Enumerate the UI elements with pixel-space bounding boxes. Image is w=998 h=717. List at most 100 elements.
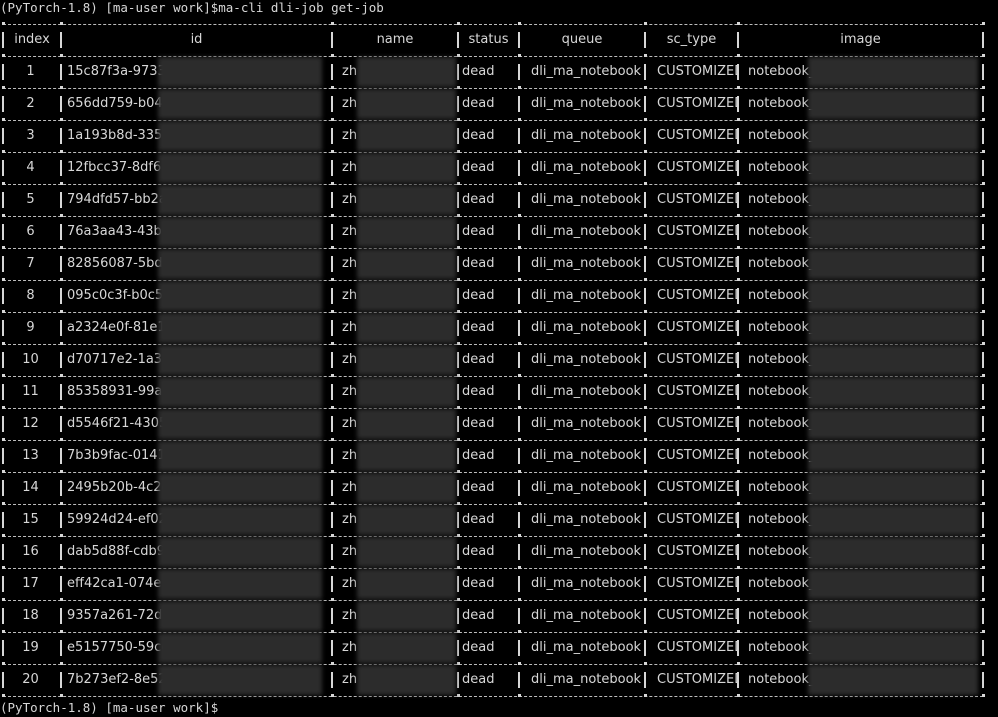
cell-status: dead bbox=[462, 544, 495, 559]
table-column-divider bbox=[2, 32, 4, 48]
redacted-name-blur bbox=[357, 185, 456, 215]
cell-sc-type: CUSTOMIZED bbox=[657, 160, 737, 175]
redacted-image-blur bbox=[808, 569, 978, 599]
table-corner bbox=[982, 534, 985, 537]
redacted-id-blur bbox=[158, 473, 322, 503]
table-corner bbox=[982, 214, 985, 217]
redacted-id-blur bbox=[158, 345, 322, 375]
cell-queue: dli_ma_notebook bbox=[531, 320, 641, 335]
redacted-id-blur bbox=[158, 569, 322, 599]
column-header-queue: queue bbox=[561, 32, 603, 47]
cell-status: dead bbox=[462, 128, 495, 143]
redacted-name-blur bbox=[357, 665, 456, 695]
redacted-name-blur bbox=[357, 441, 456, 471]
table-corner bbox=[982, 630, 985, 633]
cell-queue: dli_ma_notebook bbox=[531, 448, 641, 463]
table-corner bbox=[457, 182, 460, 185]
cell-index: 5 bbox=[26, 192, 35, 207]
redacted-image-blur bbox=[808, 345, 978, 375]
cell-sc-type: CUSTOMIZED bbox=[657, 96, 737, 111]
table-corner bbox=[982, 662, 985, 665]
table-separator bbox=[3, 24, 983, 25]
cell-sc-type: CUSTOMIZED bbox=[657, 448, 737, 463]
table-corner bbox=[457, 406, 460, 409]
redacted-image-blur bbox=[808, 185, 978, 215]
cell-queue: dli_ma_notebook bbox=[531, 640, 641, 655]
table-corner bbox=[982, 406, 985, 409]
table-corner bbox=[60, 182, 63, 185]
table-corner bbox=[644, 214, 647, 217]
table-corner bbox=[2, 22, 5, 25]
table-corner bbox=[644, 246, 647, 249]
cell-index: 15 bbox=[22, 512, 39, 527]
cell-queue: dli_ma_notebook bbox=[531, 544, 641, 559]
table-corner bbox=[644, 342, 647, 345]
table-corner bbox=[331, 182, 334, 185]
table-corner bbox=[982, 598, 985, 601]
table-corner bbox=[737, 470, 740, 473]
table-corner bbox=[60, 86, 63, 89]
cell-queue: dli_ma_notebook bbox=[531, 160, 641, 175]
cell-queue: dli_ma_notebook bbox=[531, 288, 641, 303]
table-column-divider bbox=[518, 32, 520, 48]
table-corner bbox=[737, 662, 740, 665]
redacted-name-blur bbox=[357, 57, 456, 87]
table-corner bbox=[982, 438, 985, 441]
table-corner bbox=[2, 214, 5, 217]
cell-queue: dli_ma_notebook bbox=[531, 192, 641, 207]
cell-status: dead bbox=[462, 672, 495, 687]
table-corner bbox=[518, 406, 521, 409]
table-corner bbox=[60, 662, 63, 665]
shell-prompt[interactable]: (PyTorch-1.8) [ma-user work]$ bbox=[0, 699, 218, 717]
table-corner bbox=[982, 86, 985, 89]
cell-status: dead bbox=[462, 384, 495, 399]
redacted-id-blur bbox=[158, 185, 322, 215]
table-corner bbox=[2, 310, 5, 313]
table-corner bbox=[644, 566, 647, 569]
table-corner bbox=[644, 438, 647, 441]
table-column-divider bbox=[457, 32, 459, 48]
table-corner bbox=[982, 182, 985, 185]
table-corner bbox=[518, 22, 521, 25]
table-corner bbox=[644, 406, 647, 409]
cell-index: 11 bbox=[22, 384, 39, 399]
table-corner bbox=[2, 342, 5, 345]
table-corner bbox=[331, 406, 334, 409]
table-corner bbox=[2, 598, 5, 601]
redacted-name-blur bbox=[357, 249, 456, 279]
cell-sc-type: CUSTOMIZED bbox=[657, 480, 737, 495]
table-corner bbox=[644, 86, 647, 89]
table-corner bbox=[457, 310, 460, 313]
cell-queue: dli_ma_notebook bbox=[531, 352, 641, 367]
column-header-id: id bbox=[190, 32, 203, 47]
table-corner bbox=[457, 54, 460, 57]
table-corner bbox=[982, 470, 985, 473]
redacted-image-blur bbox=[808, 281, 978, 311]
table-corner bbox=[60, 694, 63, 697]
table-corner bbox=[457, 22, 460, 25]
table-corner bbox=[2, 502, 5, 505]
redacted-id-blur bbox=[158, 409, 322, 439]
table-corner bbox=[457, 566, 460, 569]
table-corner bbox=[737, 22, 740, 25]
command-line: (PyTorch-1.8) [ma-user work]$ma-cli dli-… bbox=[0, 0, 384, 15]
table-column-divider bbox=[644, 32, 646, 48]
table-corner bbox=[518, 470, 521, 473]
table-corner bbox=[457, 662, 460, 665]
cell-sc-type: CUSTOMIZED bbox=[657, 192, 737, 207]
cell-status: dead bbox=[462, 192, 495, 207]
redacted-name-blur bbox=[357, 217, 456, 247]
table-corner bbox=[331, 246, 334, 249]
table-corner bbox=[518, 662, 521, 665]
table-corner bbox=[644, 598, 647, 601]
table-corner bbox=[644, 54, 647, 57]
table-corner bbox=[457, 246, 460, 249]
table-corner bbox=[60, 278, 63, 281]
table-corner bbox=[737, 438, 740, 441]
table-corner bbox=[2, 438, 5, 441]
redacted-image-blur bbox=[808, 89, 978, 119]
cell-index: 19 bbox=[22, 640, 39, 655]
cell-index: 6 bbox=[26, 224, 35, 239]
table-corner bbox=[2, 150, 5, 153]
table-corner bbox=[331, 150, 334, 153]
